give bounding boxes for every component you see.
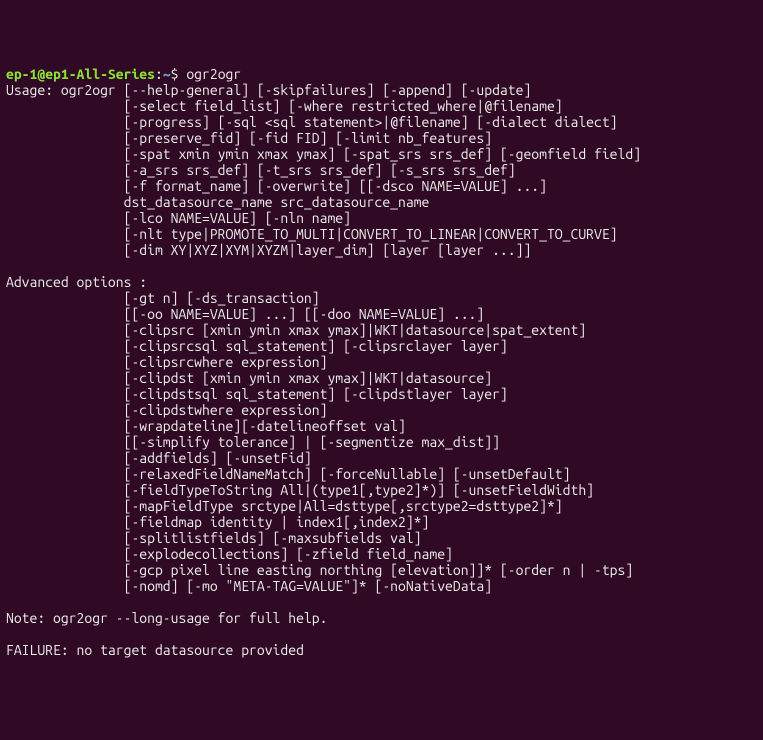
prompt-colon: :	[155, 66, 163, 82]
output-line: [-select field_list] [-where restricted_…	[6, 98, 563, 114]
output-line: Advanced options :	[6, 274, 147, 290]
output-line: dst_datasource_name src_datasource_name	[6, 194, 429, 210]
output-line: [-progress] [-sql <sql statement>|@filen…	[6, 114, 618, 130]
output-line: [-f format_name] [-overwrite] [[-dsco NA…	[6, 178, 547, 194]
prompt-path: ~	[163, 66, 171, 82]
output-line: [-clipsrcsql sql_statement] [-clipsrclay…	[6, 338, 508, 354]
output-line: [-clipdst [xmin ymin xmax ymax]|WKT|data…	[6, 370, 492, 386]
output-line: [-clipdstsql sql_statement] [-clipdstlay…	[6, 386, 508, 402]
output-line: [-gcp pixel line easting northing [eleva…	[6, 562, 633, 578]
command-text: ogr2ogr	[186, 66, 241, 82]
output-line: [-dim XY|XYZ|XYM|XYZM|layer_dim] [layer …	[6, 242, 531, 258]
output-line: [-mapFieldType srctype|All=dsttype[,srct…	[6, 498, 563, 514]
output-line: [-clipsrcwhere expression]	[6, 354, 327, 370]
output-line: [-nlt type|PROMOTE_TO_MULTI|CONVERT_TO_L…	[6, 226, 618, 242]
output-line: [-fieldTypeToString All|(type1[,type2]*)…	[6, 482, 594, 498]
output-line: [-clipsrc [xmin ymin xmax ymax]|WKT|data…	[6, 322, 586, 338]
user-host: ep-1@ep1-All-Series	[6, 66, 155, 82]
output-line: [-relaxedFieldNameMatch] [-forceNullable…	[6, 466, 570, 482]
output-line: [-spat xmin ymin xmax ymax] [-spat_srs s…	[6, 146, 641, 162]
output-line: Usage: ogr2ogr [--help-general] [-skipfa…	[6, 82, 531, 98]
output-line: [-splitlistfields] [-maxsubfields val]	[6, 530, 422, 546]
output-line: [-fieldmap identity | index1[,index2]*]	[6, 514, 429, 530]
output-line: [-addfields] [-unsetFid]	[6, 450, 312, 466]
terminal-content[interactable]: ep-1@ep1-All-Series:~$ ogr2ogr Usage: og…	[6, 66, 757, 658]
output-line: [-gt n] [-ds_transaction]	[6, 290, 320, 306]
output-line: [-clipdstwhere expression]	[6, 402, 327, 418]
output-line: [-wrapdateline][-datelineoffset val]	[6, 418, 406, 434]
prompt-line: ep-1@ep1-All-Series:~$ ogr2ogr	[6, 66, 241, 82]
output-line: [[-simplify tolerance] | [-segmentize ma…	[6, 434, 500, 450]
output-line: Note: ogr2ogr --long-usage for full help…	[6, 610, 327, 626]
output-line: [[-oo NAME=VALUE] ...] [[-doo NAME=VALUE…	[6, 306, 484, 322]
prompt-dollar: $	[171, 66, 187, 82]
output-line: [-lco NAME=VALUE] [-nln name]	[6, 210, 351, 226]
output-line: FAILURE: no target datasource provided	[6, 642, 304, 658]
output-line: [-a_srs srs_def] [-t_srs srs_def] [-s_sr…	[6, 162, 516, 178]
output-line: [-explodecollections] [-zfield field_nam…	[6, 546, 453, 562]
output-line: [-preserve_fid] [-fid FID] [-limit nb_fe…	[6, 130, 492, 146]
output-line: [-nomd] [-mo "META-TAG=VALUE"]* [-noNati…	[6, 578, 492, 594]
